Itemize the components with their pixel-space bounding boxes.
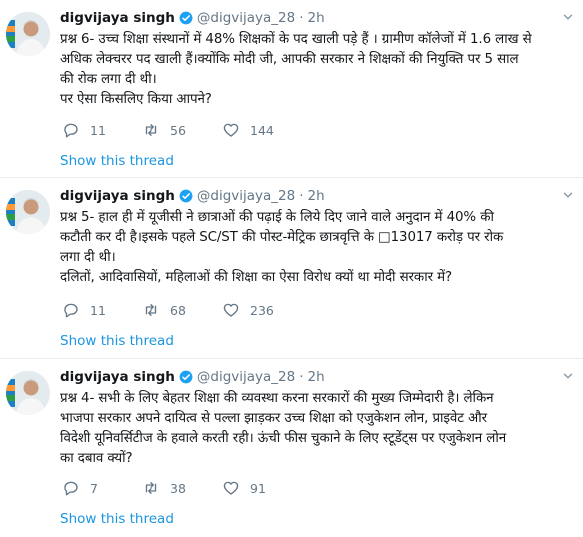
tweet-header: digvijaya singh @digvijaya_28 · 2h [60,186,577,206]
tweet-header: digvijaya singh @digvijaya_28 · 2h [60,8,577,28]
retweet-icon [145,482,157,494]
like-button[interactable]: 236 [222,301,302,319]
retweet-count: 56 [170,122,186,138]
chevron-down-icon[interactable] [561,369,575,383]
tweet[interactable]: digvijaya singh @digvijaya_28 · 2h प्रश्… [0,0,583,178]
chevron-down-icon[interactable] [561,188,575,202]
tweet[interactable]: digvijaya singh @digvijaya_28 · 2h प्रश्… [0,178,583,359]
heart-icon [223,123,239,137]
tweet-line: भाजपा सरकार अपने दायित्व से पल्ला झाड़कर… [60,411,488,426]
retweet-count: 68 [170,302,186,318]
avatar[interactable] [6,12,50,56]
separator-dot: · [299,188,304,204]
reply-icon [64,123,78,138]
reply-icon [64,303,78,318]
tweet-actions: 11 56 144 [62,121,302,139]
tweet-line: विदेशी यूनिवर्सिटीज के हवाले करती रही। ऊ… [60,431,507,446]
retweet-button[interactable]: 38 [142,479,222,497]
tweet-line: की रोक लगा दी थी। [60,72,157,87]
retweet-icon [145,124,157,136]
tweet[interactable]: digvijaya singh @digvijaya_28 · 2h प्रश्… [0,359,583,537]
tweet-line: प्रश्न 6- उच्च शिक्षा संस्थानों में 48% … [60,32,532,47]
heart-icon [223,481,239,495]
separator-dot: · [299,10,304,26]
retweet-button[interactable]: 56 [142,121,222,139]
reply-count: 11 [90,302,106,318]
reply-button[interactable]: 11 [62,301,142,319]
heart-icon [223,303,239,317]
tweet-line: लगा दी थी। [60,250,116,265]
verified-badge-icon [179,189,193,203]
author-name[interactable]: digvijaya singh [60,10,175,26]
reply-icon [64,481,78,496]
tweet-feed: digvijaya singh @digvijaya_28 · 2h प्रश्… [0,0,583,537]
verified-badge-icon [179,11,193,25]
tweet-line: कटौती कर दी है।इसके पहले SC/ST की पोस्ट-… [60,230,504,245]
like-button[interactable]: 91 [222,479,302,497]
avatar[interactable] [6,371,50,415]
tweet-text: प्रश्न 5- हाल ही में यूजीसी ने छात्राओं … [60,208,577,288]
tweet-header: digvijaya singh @digvijaya_28 · 2h [60,367,577,387]
separator-dot: · [299,369,304,385]
reply-button[interactable]: 7 [62,479,142,497]
author-handle[interactable]: @digvijaya_28 [197,10,295,26]
author-name[interactable]: digvijaya singh [60,369,175,385]
like-count: 91 [250,480,266,496]
author-handle[interactable]: @digvijaya_28 [197,369,295,385]
tweet-line: प्रश्न 5- हाल ही में यूजीसी ने छात्राओं … [60,210,494,225]
author-name[interactable]: digvijaya singh [60,188,175,204]
tweet-line: दलितों, आदिवासियों, महिलाओं की शिक्षा का… [60,270,453,285]
avatar[interactable] [6,190,50,234]
reply-count: 7 [90,480,98,496]
tweet-line: पर ऐसा किसलिए किया आपने? [60,92,212,107]
chevron-down-icon[interactable] [561,10,575,24]
tweet-line: का दबाव क्यों? [60,451,133,466]
tweet-text: प्रश्न 6- उच्च शिक्षा संस्थानों में 48% … [60,30,577,110]
tweet-actions: 7 38 91 [62,479,302,497]
retweet-icon [145,304,157,316]
timestamp[interactable]: 2h [308,10,325,26]
like-button[interactable]: 144 [222,121,302,139]
tweet-actions: 11 68 236 [62,301,302,319]
author-handle[interactable]: @digvijaya_28 [197,188,295,204]
show-thread-link[interactable]: Show this thread [60,333,174,349]
tweet-line: अधिक लेक्चरर पद खाली हैं।क्योंकि मोदी जी… [60,52,519,67]
reply-button[interactable]: 11 [62,121,142,139]
tweet-line: प्रश्न 4- सभी के लिए बेहतर शिक्षा की व्य… [60,391,494,406]
retweet-count: 38 [170,480,186,496]
show-thread-link[interactable]: Show this thread [60,511,174,527]
reply-count: 11 [90,122,106,138]
retweet-button[interactable]: 68 [142,301,222,319]
tweet-text: प्रश्न 4- सभी के लिए बेहतर शिक्षा की व्य… [60,389,577,469]
show-thread-link[interactable]: Show this thread [60,153,174,169]
verified-badge-icon [179,370,193,384]
timestamp[interactable]: 2h [308,188,325,204]
like-count: 236 [250,302,274,318]
timestamp[interactable]: 2h [308,369,325,385]
like-count: 144 [250,122,274,138]
